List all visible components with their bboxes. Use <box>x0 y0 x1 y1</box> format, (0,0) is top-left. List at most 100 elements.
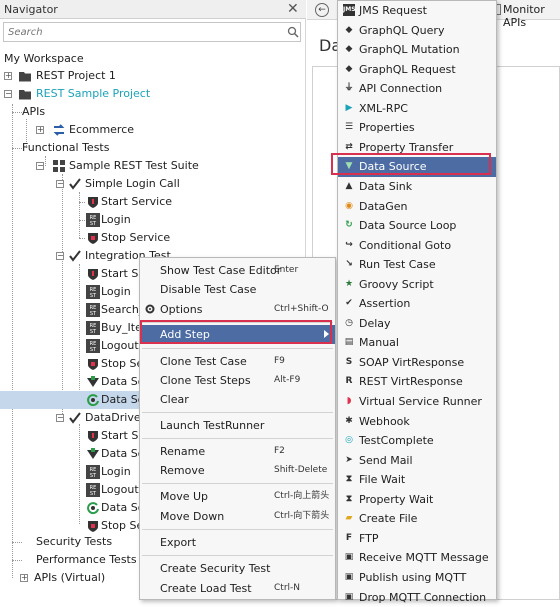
tree-item-ecommerce[interactable]: + Ecommerce <box>0 121 306 139</box>
loop-icon <box>86 501 100 515</box>
submenu-item-virtual-service-runner[interactable]: ◗Virtual Service Runner <box>338 392 496 412</box>
submenu-item-webhook[interactable]: ✱Webhook <box>338 412 496 432</box>
submenu-item-api-connection[interactable]: ⏚API Connection <box>338 79 496 99</box>
submenu-item-datagen[interactable]: ◉DataGen <box>338 197 496 217</box>
virt-stop-icon <box>86 357 100 371</box>
collapse-icon[interactable]: − <box>56 180 64 188</box>
submenu-item-delay[interactable]: ◷Delay <box>338 314 496 334</box>
submenu-item-label: Property Wait <box>359 490 433 509</box>
svg-text:ST: ST <box>90 473 97 479</box>
submenu-item-property-wait[interactable]: ⧗Property Wait <box>338 490 496 510</box>
ftp-icon: F <box>343 532 355 544</box>
clock-icon: ◷ <box>343 317 355 329</box>
menu-item-show-editor[interactable]: Show Test Case Editor Enter <box>140 261 335 280</box>
tree-item-functional-tests[interactable]: Functional Tests <box>0 139 306 157</box>
menu-item-shortcut: Ctrl-向上箭头 <box>274 487 329 506</box>
menu-item-rename[interactable]: Rename F2 <box>140 442 335 461</box>
tree-item-workspace[interactable]: My Workspace <box>0 50 306 68</box>
tree-label: Sample REST Test Suite <box>69 157 199 175</box>
menu-item-move-down[interactable]: Move Down Ctrl-向下箭头 <box>140 507 335 526</box>
expand-icon[interactable]: + <box>20 574 28 582</box>
submenu-item-label: Send Mail <box>359 451 413 470</box>
submenu-item-xml-rpc[interactable]: ▶XML-RPC <box>338 99 496 119</box>
submenu-item-soap-virtresponse[interactable]: SSOAP VirtResponse <box>338 353 496 373</box>
tree-label: Login <box>101 211 131 229</box>
tree-label: Functional Tests <box>22 139 109 157</box>
collapse-icon[interactable]: − <box>56 414 64 422</box>
submenu-item-label: Publish using MQTT <box>359 568 466 587</box>
submenu-item-graphql-query[interactable]: ◆GraphQL Query <box>338 21 496 41</box>
rest-request-icon: REST <box>86 213 100 227</box>
tree-label: Buy_Ite <box>101 319 142 337</box>
submenu-item-file-wait[interactable]: ⧗File Wait <box>338 470 496 490</box>
submenu-item-create-file[interactable]: ▰Create File <box>338 509 496 529</box>
expand-icon[interactable]: + <box>36 126 44 134</box>
tree-item-start-service[interactable]: Start Service <box>0 193 306 211</box>
menu-item-shortcut: Ctrl-向下箭头 <box>274 507 329 526</box>
submenu-item-data-source-loop[interactable]: ↻Data Source Loop <box>338 216 496 236</box>
menu-item-launch-testrunner[interactable]: Launch TestRunner <box>140 416 335 435</box>
menu-item-move-up[interactable]: Move Up Ctrl-向上箭头 <box>140 487 335 506</box>
menu-item-create-load-test[interactable]: Create Load Test Ctrl-N <box>140 579 335 598</box>
submenu-item-receive-mqtt-message[interactable]: ▣Receive MQTT Message <box>338 548 496 568</box>
svg-text:ST: ST <box>90 329 97 335</box>
tree-item-stop-service[interactable]: Stop Service <box>0 229 306 247</box>
menu-separator <box>142 529 333 530</box>
tree-item-login[interactable]: REST Login <box>0 211 306 229</box>
collapse-icon[interactable]: − <box>4 90 12 98</box>
tree-item-simple-login-call[interactable]: − Simple Login Call <box>0 175 306 193</box>
submenu-item-label: Run Test Case <box>359 255 436 274</box>
menu-separator <box>142 348 333 349</box>
submenu-item-ftp[interactable]: FFTP <box>338 529 496 549</box>
submenu-item-manual[interactable]: ▤Manual <box>338 333 496 353</box>
submenu-item-label: Manual <box>359 333 399 352</box>
menu-item-remove[interactable]: Remove Shift-Delete <box>140 461 335 480</box>
menu-item-disable[interactable]: Disable Test Case <box>140 280 335 299</box>
submenu-item-label: File Wait <box>359 470 405 489</box>
tree-item-rest-sample-project[interactable]: − REST Sample Project <box>0 85 306 103</box>
submenu-item-testcomplete[interactable]: ◎TestComplete <box>338 431 496 451</box>
search-input[interactable] <box>8 25 278 39</box>
submenu-item-graphql-mutation[interactable]: ◆GraphQL Mutation <box>338 40 496 60</box>
submenu-item-run-test-case[interactable]: ↘Run Test Case <box>338 255 496 275</box>
tree-label: Search_ <box>101 301 144 319</box>
menu-item-create-security-test[interactable]: Create Security Test <box>140 559 335 578</box>
submenu-item-jms-request[interactable]: JMSJMS Request <box>338 1 496 21</box>
search-box[interactable] <box>3 22 301 42</box>
submenu-item-data-sink[interactable]: ▲Data Sink <box>338 177 496 197</box>
submenu-item-drop-mqtt-connection[interactable]: ▣Drop MQTT Connection <box>338 588 496 607</box>
graphql-icon: ◆ <box>343 43 355 55</box>
monitor-apis-label[interactable]: Monitor APIs <box>503 3 560 29</box>
submenu-item-graphql-request[interactable]: ◆GraphQL Request <box>338 60 496 80</box>
menu-item-shortcut: Shift-Delete <box>274 461 327 480</box>
tree-item-test-suite[interactable]: − Sample REST Test Suite <box>0 157 306 175</box>
menu-item-options[interactable]: Options Ctrl+Shift-O <box>140 300 335 319</box>
svg-text:ST: ST <box>90 347 97 353</box>
submenu-item-properties[interactable]: ☰Properties <box>338 118 496 138</box>
tree-item-apis[interactable]: APIs <box>0 103 306 121</box>
virt-start-icon <box>86 429 100 443</box>
close-icon[interactable]: ✕ <box>287 1 299 17</box>
submenu-item-send-mail[interactable]: ➤Send Mail <box>338 451 496 471</box>
tree-label: Logout <box>101 481 139 499</box>
expand-icon[interactable]: + <box>4 72 12 80</box>
menu-separator <box>142 438 333 439</box>
menu-item-label: Clone Test Steps <box>160 371 251 390</box>
back-arrow-icon[interactable]: ← <box>315 3 329 17</box>
menu-item-export[interactable]: Export <box>140 533 335 552</box>
collapse-icon[interactable]: − <box>56 252 64 260</box>
datasink-icon <box>86 375 100 389</box>
search-icon[interactable] <box>287 26 299 38</box>
submenu-item-assertion[interactable]: ✔Assertion <box>338 294 496 314</box>
menu-item-clone-test-steps[interactable]: Clone Test Steps Alt-F9 <box>140 371 335 390</box>
tree-item-rest-project-1[interactable]: + REST Project 1 <box>0 67 306 85</box>
collapse-icon[interactable]: − <box>36 162 44 170</box>
submenu-item-rest-virtresponse[interactable]: RREST VirtResponse <box>338 372 496 392</box>
mqtt-icon: ▣ <box>343 551 355 563</box>
submenu-item-conditional-goto[interactable]: ↪Conditional Goto <box>338 236 496 256</box>
menu-item-label: Export <box>160 533 196 552</box>
menu-item-clone-test-case[interactable]: Clone Test Case F9 <box>140 352 335 371</box>
submenu-item-publish-using-mqtt[interactable]: ▣Publish using MQTT <box>338 568 496 588</box>
menu-item-clear[interactable]: Clear <box>140 390 335 409</box>
submenu-item-groovy-script[interactable]: ★Groovy Script <box>338 275 496 295</box>
